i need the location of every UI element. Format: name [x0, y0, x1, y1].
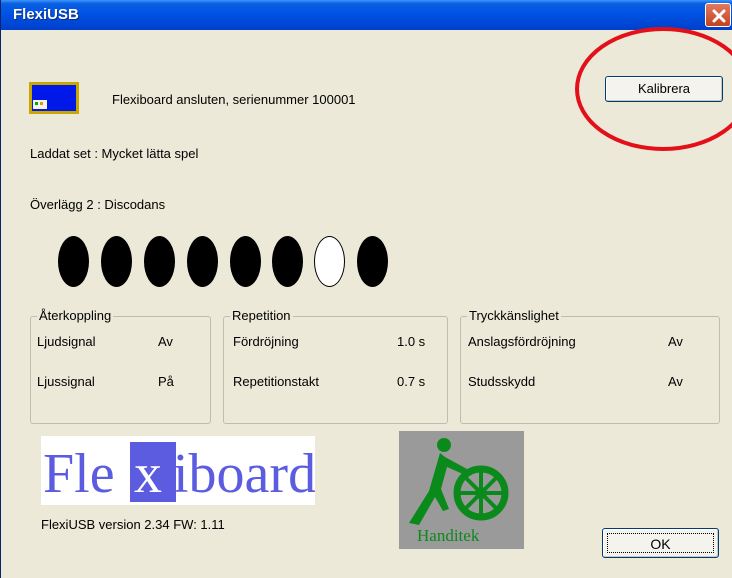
delay-label: Fördröjning	[233, 334, 299, 349]
bounce-protection-value: Av	[668, 374, 683, 389]
keystroke-delay-value: Av	[668, 334, 683, 349]
indicator-oval	[144, 236, 175, 287]
indicator-oval	[187, 236, 218, 287]
sensitivity-legend: Tryckkänslighet	[467, 308, 561, 323]
version-text: FlexiUSB version 2.34 FW: 1.11	[41, 517, 225, 532]
keystroke-delay-label: Anslagsfördröjning	[468, 334, 576, 349]
indicator-oval	[272, 236, 303, 287]
repetition-group: Repetition	[223, 308, 448, 424]
ok-label: OK	[607, 533, 714, 553]
logo-text-x: x	[134, 443, 162, 505]
flexiusb-window: FlexiUSB Flexiboard ansluten, serienumme…	[0, 0, 732, 578]
ok-button[interactable]: OK	[602, 528, 719, 558]
handitek-text: Handitek	[417, 526, 480, 545]
flexiboard-logo: Fle x iboard	[41, 436, 316, 505]
indicator-oval	[357, 236, 388, 287]
indicator-oval	[314, 236, 345, 287]
logo-text-right: iboard	[173, 443, 315, 505]
close-icon	[712, 9, 726, 23]
overlay-label: Överlägg 2 : Discodans	[30, 197, 166, 212]
indicator-oval	[230, 236, 261, 287]
loaded-set-label: Laddat set : Mycket lätta spel	[30, 146, 199, 161]
handitek-logo: Handitek	[399, 431, 524, 549]
close-button[interactable]	[705, 3, 731, 27]
calibrate-button[interactable]: Kalibrera	[605, 76, 723, 102]
indicator-oval	[101, 236, 132, 287]
sound-signal-value: Av	[158, 334, 173, 349]
repetition-legend: Repetition	[230, 308, 293, 323]
monitor-icon	[29, 82, 79, 114]
logo-text-left: Fle	[43, 443, 115, 505]
window-title: FlexiUSB	[13, 6, 79, 23]
delay-value: 1.0 s	[397, 334, 426, 349]
bounce-protection-label: Studsskydd	[468, 374, 536, 389]
feedback-group: Återkoppling	[30, 308, 211, 424]
repetition-rate-label: Repetitionstakt	[233, 374, 319, 389]
light-signal-label: Ljussignal	[37, 374, 95, 389]
title-bar[interactable]: FlexiUSB	[1, 0, 732, 30]
indicator-oval	[58, 236, 89, 287]
sound-signal-label: Ljudsignal	[37, 334, 96, 349]
feedback-legend: Återkoppling	[37, 308, 114, 323]
repetition-rate-value: 0.7 s	[397, 374, 426, 389]
sensitivity-group: Tryckkänslighet	[460, 308, 720, 424]
light-signal-value: På	[158, 374, 174, 389]
connection-status: Flexiboard ansluten, serienummer 100001	[112, 92, 356, 107]
